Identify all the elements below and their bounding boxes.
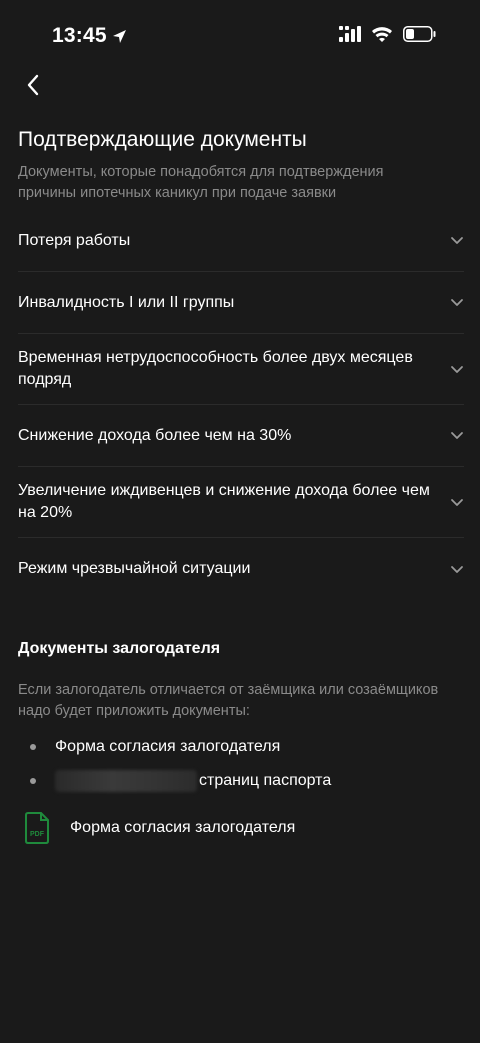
pdf-file-icon: PDF bbox=[25, 812, 49, 844]
bullet-dot bbox=[30, 744, 36, 750]
pledger-documents-list: Форма согласия залогодателя страниц пасп… bbox=[30, 730, 450, 798]
back-button[interactable] bbox=[18, 70, 48, 100]
accordion-item-label: Снижение дохода более чем на 30% bbox=[18, 426, 292, 444]
bullet-dot bbox=[30, 778, 36, 784]
pledger-section-title: Документы залогодателя bbox=[18, 640, 221, 657]
status-icons bbox=[339, 26, 436, 42]
chevron-down-icon bbox=[450, 362, 464, 376]
status-time: 13:45 bbox=[52, 24, 128, 48]
wifi-icon bbox=[372, 27, 392, 42]
page-title: Подтверждающие документы bbox=[18, 128, 307, 151]
accordion-item-job-loss[interactable]: Потеря работы bbox=[18, 210, 464, 272]
list-item-text: страниц паспорта bbox=[199, 772, 332, 789]
accordion-item-label: Инвалидность I или II группы bbox=[18, 293, 235, 311]
accordion-item-dependents-increase[interactable]: Увеличение иждивенцев и снижение дохода … bbox=[18, 467, 464, 538]
status-bar: 13:45 bbox=[0, 0, 480, 70]
list-item: страниц паспорта bbox=[30, 764, 450, 798]
accordion-item-label: Потеря работы bbox=[18, 231, 131, 249]
accordion-item-emergency[interactable]: Режим чрезвычайной ситуации bbox=[18, 538, 464, 600]
redacted-text bbox=[55, 770, 197, 792]
accordion-item-label: Временная нетрудоспособность более двух … bbox=[18, 349, 413, 388]
chevron-down-icon bbox=[450, 234, 464, 248]
accordion-item-disability[interactable]: Инвалидность I или II группы bbox=[18, 272, 464, 334]
cellular-signal-icon bbox=[339, 26, 361, 42]
pledger-section-text: Если залогодатель отличается от заёмщика… bbox=[18, 682, 439, 719]
chevron-down-icon bbox=[450, 495, 464, 509]
accordion-item-label: Увеличение иждивенцев и снижение дохода … bbox=[18, 482, 430, 521]
battery-icon bbox=[403, 26, 436, 42]
chevron-left-icon bbox=[27, 74, 39, 96]
pdf-icon-text: PDF bbox=[30, 831, 45, 838]
accordion-item-income-decrease[interactable]: Снижение дохода более чем на 30% bbox=[18, 405, 464, 467]
accordion-item-temporary-disability[interactable]: Временная нетрудоспособность более двух … bbox=[18, 334, 464, 405]
chevron-down-icon bbox=[450, 562, 464, 576]
chevron-down-icon bbox=[450, 429, 464, 443]
list-item-text: Форма согласия залогодателя bbox=[55, 738, 281, 755]
pdf-link-label: Форма согласия залогодателя bbox=[70, 819, 296, 836]
page-subtitle: Документы, которые понадобятся для подтв… bbox=[18, 164, 384, 201]
reasons-accordion: Потеря работы Инвалидность I или II груп… bbox=[18, 210, 464, 600]
list-item: Форма согласия залогодателя bbox=[30, 730, 450, 764]
time-label: 13:45 bbox=[52, 24, 107, 47]
pledger-consent-pdf-link[interactable]: PDF Форма согласия залогодателя bbox=[24, 812, 295, 844]
location-arrow-icon bbox=[112, 29, 126, 43]
accordion-item-label: Режим чрезвычайной ситуации bbox=[18, 560, 251, 577]
chevron-down-icon bbox=[450, 296, 464, 310]
